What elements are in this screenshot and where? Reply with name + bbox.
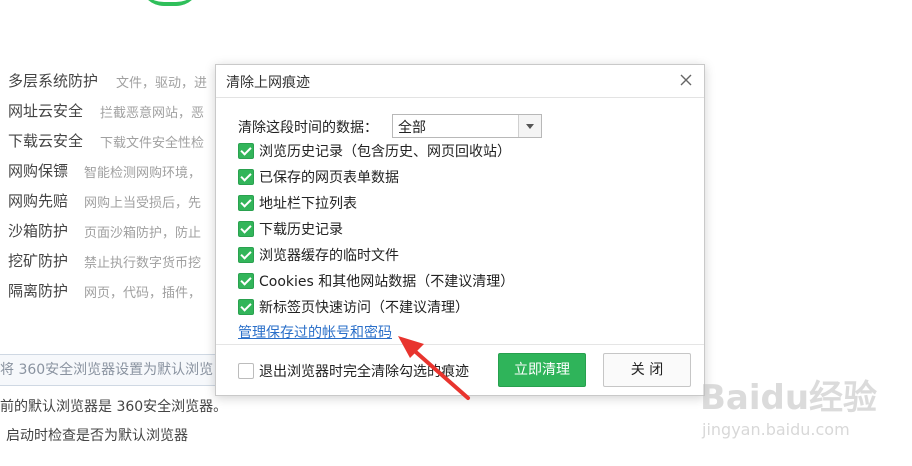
feature-row: 网址云安全 拦截恶意网站，恶: [8, 100, 204, 124]
feature-desc: 拦截恶意网站，恶: [100, 106, 205, 121]
checkbox[interactable]: [238, 273, 254, 289]
feature-desc: 文件，驱动，进: [116, 76, 208, 91]
close-icon[interactable]: [678, 72, 694, 88]
option-label: 新标签页快速访问（不建议清理）: [259, 300, 469, 316]
option-label: 浏览历史记录（包含历史、网页回收站）: [259, 144, 511, 160]
time-range-value: 全部: [398, 120, 426, 136]
checkbox[interactable]: [238, 247, 254, 263]
option-label: 浏览器缓存的临时文件: [259, 248, 399, 264]
chevron-down-icon[interactable]: [518, 115, 541, 137]
feature-name: 下载云安全: [8, 132, 84, 150]
clear-traces-dialog: 清除上网痕迹 清除这段时间的数据： 全部 浏览历史记录（包含历史、网页回收站） …: [215, 64, 705, 396]
manage-saved-passwords-link[interactable]: 管理保存过的帐号和密码: [238, 322, 392, 342]
set-default-browser-button[interactable]: 将 360安全浏览器设置为默认浏览: [0, 354, 220, 386]
dialog-titlebar: 清除上网痕迹: [216, 65, 704, 98]
feature-row: 隔离防护 网页，代码，插件，: [8, 280, 201, 304]
checkbox[interactable]: [238, 299, 254, 315]
feature-desc: 禁止执行数字货币挖: [84, 256, 202, 271]
checkbox[interactable]: [238, 169, 254, 185]
checkbox[interactable]: [238, 363, 254, 379]
feature-desc: 网页，代码，插件，: [84, 286, 202, 301]
watermark-logo: Baidu经验: [700, 378, 878, 418]
watermark-url: jingyan.baidu.com: [702, 420, 850, 439]
feature-name: 多层系统防护: [8, 72, 99, 90]
feature-row: 沙箱防护 页面沙箱防护，防止: [8, 220, 201, 244]
checkbox[interactable]: [238, 221, 254, 237]
feature-desc: 网购上当受损后，先: [84, 196, 202, 211]
dialog-title: 清除上网痕迹: [226, 75, 310, 91]
feature-name: 挖矿防护: [8, 252, 69, 270]
option-label: Cookies 和其他网站数据（不建议清理）: [259, 274, 515, 290]
option-label: 地址栏下拉列表: [259, 196, 357, 212]
feature-row: 网购保镖 智能检测网购环境，: [8, 160, 201, 184]
time-range-select[interactable]: 全部: [392, 114, 542, 138]
checkbox[interactable]: [238, 143, 254, 159]
feature-row: 多层系统防护 文件，驱动，进: [8, 70, 207, 94]
feature-desc: 智能检测网购环境，: [84, 166, 202, 181]
clear-now-button[interactable]: 立即清理: [498, 353, 586, 387]
feature-desc: 下载文件安全性检: [100, 136, 205, 151]
baidu-watermark: Baidu经验 jingyan.baidu.com: [700, 370, 905, 460]
startup-check-label[interactable]: 启动时检查是否为默认浏览器: [6, 425, 188, 445]
default-browser-status: 前的默认浏览器是 360安全浏览器。: [0, 399, 228, 415]
option-label: 退出浏览器时完全清除勾选的痕迹: [259, 364, 469, 380]
option-label: 下载历史记录: [259, 222, 343, 238]
checkbox[interactable]: [238, 195, 254, 211]
feature-name: 网址云安全: [8, 102, 84, 120]
feature-row: 挖矿防护 禁止执行数字货币挖: [8, 250, 201, 274]
feature-row: 下载云安全 下载文件安全性检: [8, 130, 204, 154]
feature-row: 网购先赔 网购上当受损后，先: [8, 190, 201, 214]
green-arc-decoration: [140, 0, 200, 6]
close-button[interactable]: 关 闭: [603, 353, 691, 387]
feature-name: 隔离防护: [8, 282, 69, 300]
feature-name: 网购先赔: [8, 192, 69, 210]
time-range-label: 清除这段时间的数据：: [238, 120, 378, 136]
feature-desc: 页面沙箱防护，防止: [84, 226, 202, 241]
feature-name: 沙箱防护: [8, 222, 69, 240]
dialog-divider: [216, 344, 704, 345]
option-label: 已保存的网页表单数据: [259, 170, 399, 186]
feature-name: 网购保镖: [8, 162, 69, 180]
